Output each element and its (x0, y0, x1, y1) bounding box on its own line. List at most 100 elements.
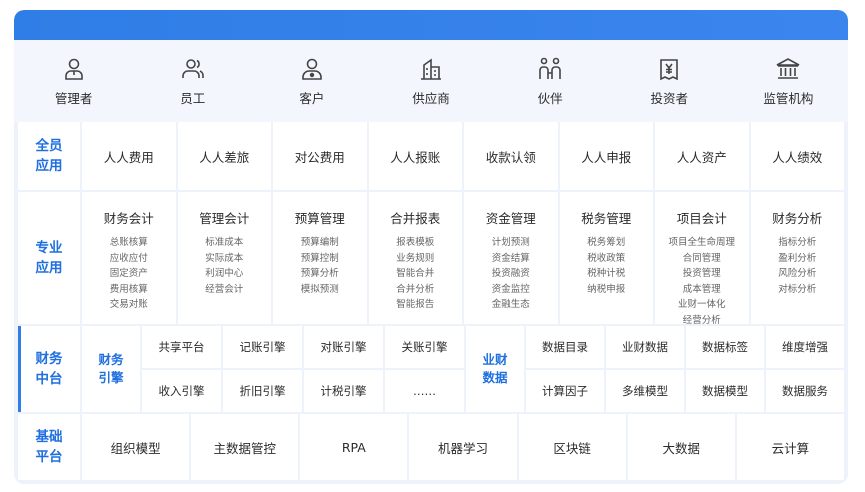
professional-item-list: 税务筹划 税收政策 税种计税 纳税申报 (587, 235, 625, 297)
institution-icon (777, 57, 800, 79)
professional-column-title: 财务会计 (103, 211, 154, 226)
label-line: 财务 (35, 351, 63, 367)
middle-label: 财务 中台 (18, 326, 80, 412)
data-cell[interactable]: 多维模型 (606, 370, 684, 412)
professional-item: 报表模板 (396, 237, 435, 248)
base-item[interactable]: 大数据 (627, 414, 735, 480)
professional-item: 税种计税 (587, 268, 626, 279)
engine-cell[interactable]: 折旧引擎 (223, 370, 302, 412)
role-customer: 客户 (252, 40, 371, 122)
label-line: 平台 (35, 449, 63, 465)
base-item[interactable]: 区块链 (518, 414, 626, 480)
professional-item-list: 标准成本 实际成本 利润中心 经营会计 (205, 235, 243, 297)
role-supplier: 供应商 (371, 40, 490, 122)
professional-item: 纳税申报 (587, 283, 626, 295)
base-item[interactable]: 组织模型 (82, 414, 190, 480)
all-staff-item[interactable]: 人人绩效 (750, 122, 844, 190)
professional-item: 智能合并 (396, 268, 435, 279)
all-staff-item[interactable]: 对公费用 (273, 122, 367, 190)
professional-item: 总账核算 (109, 237, 148, 248)
data-cell[interactable]: 计算因子 (526, 370, 604, 412)
professional-column[interactable]: 税务管理 税务筹划 税收政策 税种计税 纳税申报 (559, 192, 653, 324)
professional-column[interactable]: 项目会计 项目全生命周理 合同管理 投资管理 成本管理 业财一体化 经营分析 (655, 192, 749, 326)
professional-label: 专业 应用 (18, 192, 80, 324)
base-item[interactable]: 主数据管控 (191, 414, 299, 480)
role-investor: 投资者 (610, 40, 729, 122)
engine-cells: 共享平台 记账引擎 对账引擎 关账引擎 收入引擎 折旧引擎 计税引擎 …… (142, 326, 464, 412)
professional-column-title: 预算管理 (294, 211, 345, 226)
professional-column-title: 管理会计 (199, 211, 250, 226)
role-label: 员工 (180, 90, 206, 106)
professional-column-title: 财务分析 (772, 211, 823, 226)
engine-cell[interactable]: 记账引擎 (223, 326, 302, 368)
data-cell[interactable]: 业财数据 (606, 326, 684, 368)
all-staff-item[interactable]: 人人费用 (82, 122, 176, 190)
professional-item-list: 预算编制 预算控制 预算分析 模拟预测 (301, 235, 339, 297)
professional-column[interactable]: 管理会计标准成本 实际成本 利润中心 经营会计 (177, 192, 271, 324)
engine-cell[interactable]: 关账引擎 (385, 326, 464, 368)
professional-item: 预算控制 (300, 252, 339, 264)
data-cell[interactable]: 数据模型 (686, 370, 764, 412)
professional-item: 资金结算 (491, 252, 530, 264)
professional-column-title: 合并报表 (390, 211, 441, 226)
base-item[interactable]: RPA (300, 414, 408, 480)
professional-item: 业财一体化 (677, 299, 726, 310)
professional-column-title: 项目会计 (676, 211, 727, 226)
all-staff-item[interactable]: 人人申报 (559, 122, 653, 190)
all-staff-item[interactable]: 收款认领 (464, 122, 558, 190)
engine-cell[interactable]: 收入引擎 (142, 370, 221, 412)
professional-item: 费用核算 (109, 283, 148, 295)
professional-column[interactable]: 资金管理 计划预测 资金结算 投资融资 资金监控 金融生态 (464, 192, 558, 324)
building-icon (420, 57, 441, 80)
label-line: 专业 (35, 240, 63, 256)
label-line: 财务 (98, 352, 124, 367)
professional-column[interactable]: 财务会计 总账核算 应收应付 固定资产 费用核算 交易对账 (82, 192, 176, 324)
professional-grid: 财务会计 总账核算 应收应付 固定资产 费用核算 交易对账 管理会计 标准成本 实际成本 利润中心… (82, 192, 844, 326)
yen-document-icon (660, 58, 679, 80)
professional-item: 投资融资 (491, 268, 530, 279)
engine-cell[interactable]: 共享平台 (142, 326, 221, 368)
engine-cell[interactable]: 计税引擎 (304, 370, 383, 412)
engine-cell[interactable]: …… (385, 370, 464, 412)
label-line: 基础 (35, 429, 63, 445)
partner-icon (539, 57, 561, 79)
professional-column[interactable]: 预算管理预算编制 预算控制 预算分析 模拟预测 (273, 192, 367, 324)
professional-item: 固定资产 (109, 268, 148, 279)
header-bar (14, 10, 848, 40)
data-cell[interactable]: 维度增强 (766, 326, 844, 368)
professional-column[interactable]: 财务分析指标分析 盈利分析 风险分析 对标分析 (750, 192, 844, 324)
professional-item: 项目全生命周理 (668, 237, 735, 248)
data-cell[interactable]: 数据标签 (686, 326, 764, 368)
all-staff-item[interactable]: 人人报账 (368, 122, 462, 190)
role-label: 管理者 (54, 90, 93, 106)
engine-label: 财务 引擎 (82, 326, 140, 412)
base-item[interactable]: 云计算 (736, 414, 844, 480)
all-staff-item[interactable]: 人人资产 (655, 122, 749, 190)
data-label: 业财 数据 (466, 326, 524, 412)
professional-item: 业务规则 (396, 252, 435, 264)
role-admin: 管理者 (14, 40, 133, 122)
role-employee: 员工 (133, 40, 252, 122)
professional-item: 交易对账 (109, 299, 148, 310)
engine-cell[interactable]: 对账引擎 (304, 326, 383, 368)
professional-item: 资金监控 (491, 283, 530, 295)
customer-icon (302, 58, 322, 80)
base-item[interactable]: 机器学习 (409, 414, 517, 480)
professional-item-list: 指标分析 盈利分析 风险分析 对标分析 (778, 235, 816, 297)
professional-item: 模拟预测 (300, 283, 339, 295)
base-label: 基础 平台 (18, 414, 80, 480)
label-line: 业财 (482, 352, 508, 367)
all-staff-item[interactable]: 人人差旅 (177, 122, 271, 190)
label-line: 全员 (35, 138, 63, 154)
professional-item: 对标分析 (778, 283, 817, 295)
label-line: 应用 (35, 158, 63, 174)
data-cell[interactable]: 数据目录 (526, 326, 604, 368)
base-grid: 组织模型 主数据管控 RPA 机器学习 区块链 大数据 云计算 (82, 414, 844, 480)
person-icon (64, 58, 83, 80)
label-line: 应用 (35, 260, 63, 276)
data-cells: 数据目录 业财数据 数据标签 维度增强 计算因子 多维模型 数据模型 数据服务 (526, 326, 844, 412)
role-regulator: 监管机构 (729, 40, 848, 122)
professional-item: 实际成本 (205, 252, 244, 264)
data-cell[interactable]: 数据服务 (766, 370, 844, 412)
professional-column[interactable]: 合并报表 报表模板 业务规则 智能合并 合并分析 智能报告 (368, 192, 462, 324)
